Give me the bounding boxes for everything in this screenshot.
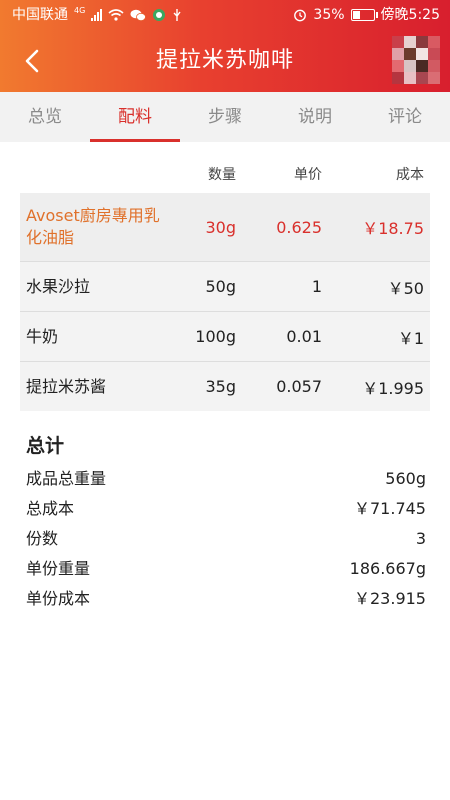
status-right: 35% 傍晚5:25 — [293, 0, 440, 30]
back-button[interactable] — [16, 44, 50, 78]
ingredient-qty: 50g — [205, 277, 236, 296]
summary-row: 总成本 ￥71.745 — [26, 494, 426, 524]
status-left: 中国联通 4G — [12, 0, 182, 30]
table-row[interactable]: 提拉米苏酱 35g 0.057 ￥1.995 — [20, 362, 430, 411]
header-cost: 成本 — [396, 167, 424, 183]
header-price: 单价 — [294, 167, 322, 183]
ingredient-cost: ￥50 — [387, 278, 424, 298]
wifi-icon — [108, 9, 124, 21]
summary-row: 成品总重量 560g — [26, 464, 426, 494]
header-qty: 数量 — [208, 167, 236, 183]
ingredient-qty: 30g — [205, 217, 236, 237]
summary-value: 560g — [385, 469, 426, 488]
battery-icon — [350, 9, 378, 21]
page-title: 提拉米苏咖啡 — [155, 48, 294, 73]
ingredient-qty: 100g — [195, 327, 236, 346]
app-notification-icon — [153, 9, 166, 21]
summary-label: 总成本 — [26, 499, 75, 518]
tab-steps[interactable]: 步骤 — [180, 92, 270, 142]
summary-label: 单份重量 — [26, 559, 91, 578]
ingredient-price: 1 — [311, 277, 322, 296]
ingredient-price: 0.057 — [276, 377, 322, 396]
summary-row: 单份成本 ￥23.915 — [26, 584, 426, 614]
summary-value: ￥71.745 — [354, 499, 426, 518]
clock: 傍晚5:25 — [380, 7, 440, 23]
ingredient-name: Avoset廚房專用乳化油脂 — [26, 206, 160, 247]
signal-icon — [91, 9, 103, 21]
summary-label: 成品总重量 — [26, 469, 107, 488]
ingredient-qty: 35g — [205, 377, 236, 396]
battery-percent: 35% — [313, 7, 345, 23]
tab-ingredients[interactable]: 配料 — [90, 92, 180, 142]
summary-row: 单份重量 186.667g — [26, 554, 426, 584]
ingredient-price: 0.01 — [286, 327, 322, 346]
summary-value: 186.667g — [349, 559, 426, 578]
ingredient-cost: ￥1.995 — [362, 378, 424, 398]
ingredient-name: 水果沙拉 — [26, 276, 91, 296]
usb-icon — [173, 9, 181, 21]
ingredient-name: 提拉米苏酱 — [26, 376, 107, 396]
chevron-left-icon — [25, 49, 39, 73]
table-row[interactable]: Avoset廚房專用乳化油脂 30g 0.625 ￥18.75 — [20, 193, 430, 262]
summary-label: 份数 — [26, 529, 59, 548]
avatar[interactable] — [392, 36, 440, 84]
ingredient-name: 牛奶 — [26, 326, 59, 346]
tab-comments[interactable]: 评论 — [360, 92, 450, 142]
summary-value: 3 — [415, 529, 426, 548]
tab-notes[interactable]: 说明 — [270, 92, 360, 142]
summary-title: 总计 — [26, 435, 65, 457]
summary-value: ￥23.915 — [354, 589, 426, 608]
carrier-label: 中国联通 — [12, 7, 68, 23]
table-row[interactable]: 牛奶 100g 0.01 ￥1 — [20, 312, 430, 362]
app-header: 中国联通 4G 35% 傍晚5:25 提拉米苏咖啡 — [0, 0, 450, 92]
ingredient-cost: ￥18.75 — [362, 219, 424, 238]
ingredient-cost: ￥1 — [397, 328, 424, 348]
summary-label: 单份成本 — [26, 589, 91, 608]
battery-fill — [352, 11, 360, 19]
status-bar: 中国联通 4G 35% 傍晚5:25 — [0, 0, 450, 30]
table-header: 数量 单价 成本 — [20, 155, 430, 193]
summary-section: 总计 成品总重量 560g 总成本 ￥71.745 份数 3 单份重量 186.… — [26, 428, 426, 614]
ingredient-price: 0.625 — [276, 217, 322, 237]
network-type-label: 4G — [74, 6, 86, 15]
summary-row: 份数 3 — [26, 524, 426, 554]
nav-bar: 提拉米苏咖啡 — [0, 30, 450, 92]
alarm-icon — [294, 9, 307, 22]
tab-overview[interactable]: 总览 — [0, 92, 90, 142]
ingredients-table: 数量 单价 成本 Avoset廚房專用乳化油脂 30g 0.625 ￥18.75… — [20, 155, 430, 411]
tab-bar: 总览 配料 步骤 说明 评论 — [0, 92, 450, 142]
wechat-icon — [130, 9, 147, 21]
table-row[interactable]: 水果沙拉 50g 1 ￥50 — [20, 262, 430, 312]
